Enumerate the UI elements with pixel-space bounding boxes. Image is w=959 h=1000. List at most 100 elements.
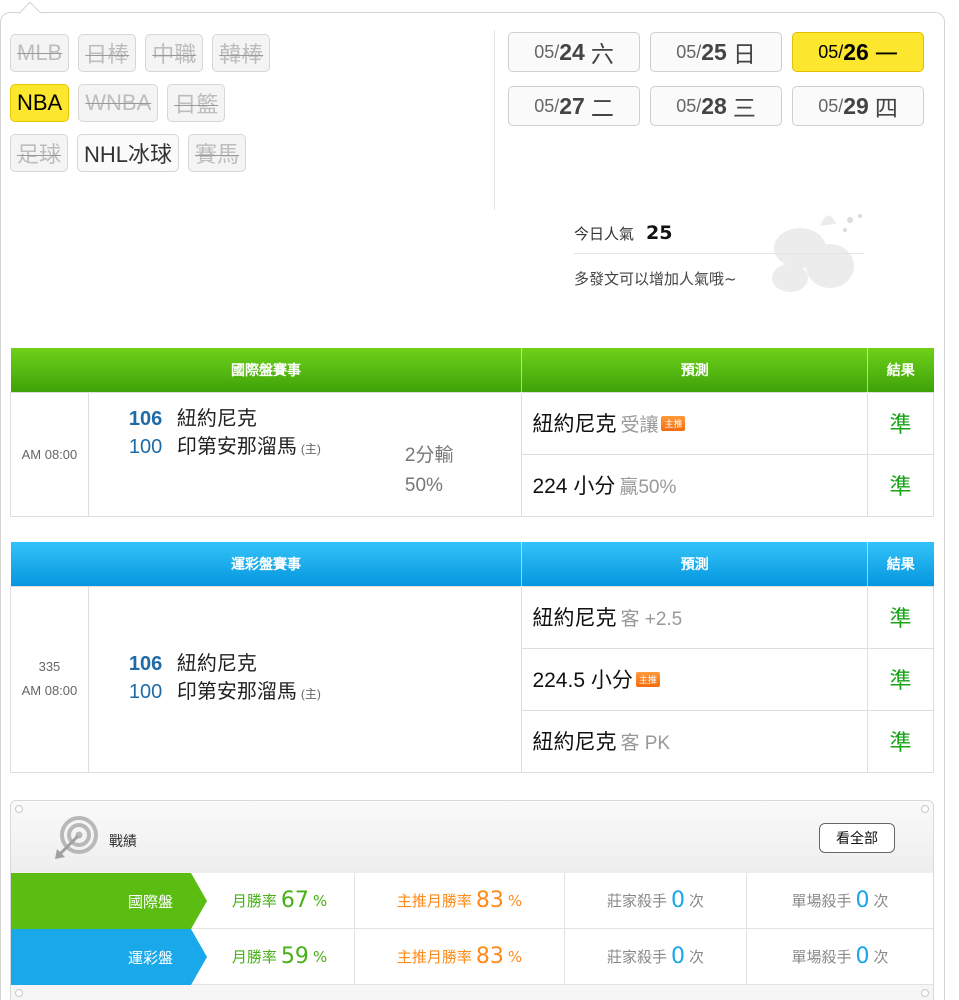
game-time: AM 08:00 (21, 683, 78, 698)
stat-value: 0 (671, 944, 685, 969)
game-info: 335 AM 08:00 (10, 585, 89, 773)
date-button[interactable]: 05/27 二 (508, 86, 640, 126)
date-day: 25 (701, 38, 727, 65)
league-jbl-button[interactable]: 日籃 (167, 84, 226, 122)
view-all-button[interactable]: 看全部 (819, 823, 895, 853)
stat-value: 0 (671, 888, 685, 913)
stat-unit: % (507, 947, 523, 966)
stat-label: 莊家殺手 (606, 948, 667, 966)
sports-header-match: 運彩盤賽事 (10, 542, 522, 586)
league-nba-button[interactable]: NBA (10, 84, 70, 122)
result-cell: 準 (867, 453, 934, 517)
stat-unit: 次 (873, 948, 889, 966)
record-row-label: 運彩盤 (11, 929, 207, 985)
intl-header-prediction: 預測 (521, 348, 868, 392)
date-month: 05/ (676, 95, 702, 116)
date-weekday: 六 (590, 41, 614, 67)
prediction-cell: 紐約尼克客 PK (521, 709, 869, 773)
prediction-sub: 客 PK (620, 733, 671, 754)
game-time: AM 08:00 (10, 391, 89, 517)
date-weekday: 四 (874, 95, 898, 121)
stat-unit: % (312, 947, 328, 966)
banker-killer-count: 莊家殺手 0 次 (565, 929, 747, 985)
stat-value: 67 (280, 888, 309, 913)
result-cell: 準 (867, 585, 934, 649)
home-team-name: 印第安那溜馬 (176, 681, 297, 703)
record-panel: 戰績 看全部 國際盤 月勝率 67% 主推月勝率 83% 莊家殺手 0 次 單場殺手 0 次… (10, 800, 934, 1000)
away-team-name: 紐約尼克 (176, 653, 257, 675)
away-team-line: 106 紐約尼克 (129, 405, 522, 433)
stat-unit: 次 (689, 892, 705, 910)
matchup: 106 紐約尼克 100 印第安那溜馬 (主) (87, 585, 523, 773)
league-cpbl-button[interactable]: 中職 (145, 34, 204, 72)
league-filter: MLB 日棒 中職 韓棒 NBA WNBA 日籃 足球 NHL冰球 賽馬 (10, 34, 490, 184)
record-header: 戰績 看全部 (11, 801, 933, 873)
stat-label: 單場殺手 (791, 948, 852, 966)
prediction-main: 224.5 小分 (532, 669, 633, 692)
stat-label: 月勝率 (231, 948, 277, 966)
popularity-value: 25 (646, 222, 673, 244)
sports-header-prediction: 預測 (521, 542, 868, 586)
league-mlb-button[interactable]: MLB (10, 34, 70, 72)
date-month: 05/ (676, 41, 702, 62)
intl-header-match: 國際盤賽事 (10, 348, 522, 392)
league-row-1: MLB 日棒 中職 韓棒 (10, 34, 490, 72)
result-cell: 準 (867, 709, 934, 773)
stat-unit: % (507, 891, 523, 910)
league-row-2: NBA WNBA 日籃 (10, 84, 490, 122)
home-team-name: 印第安那溜馬 (176, 435, 297, 458)
date-day: 29 (843, 92, 869, 119)
corner-dot (921, 989, 929, 997)
target-icon (55, 816, 98, 859)
prediction-sub: 贏50% (619, 477, 677, 498)
home-marker: (主) (300, 687, 321, 701)
corner-dot (921, 805, 929, 813)
stat-value: 59 (280, 944, 309, 969)
home-team-line: 100 印第安那溜馬 (主) (129, 433, 522, 463)
top-pick-badge: 主推 (661, 416, 686, 431)
monthly-win-rate: 月勝率 59% (191, 929, 355, 985)
stat-label: 莊家殺手 (606, 892, 667, 910)
spread-result: 2分輸 (404, 444, 454, 466)
home-team-line: 100 印第安那溜馬 (主) (129, 678, 522, 708)
record-title: 戰績 (109, 834, 137, 850)
date-button[interactable]: 05/25 日 (650, 32, 782, 72)
league-horse-racing-button[interactable]: 賽馬 (188, 134, 247, 172)
stat-unit: 次 (689, 948, 705, 966)
corner-dot (15, 989, 23, 997)
spread-percent: 50% (404, 474, 443, 496)
result-cell: 準 (867, 391, 934, 455)
popularity-label: 今日人氣 (574, 225, 635, 243)
record-row-label: 國際盤 (11, 873, 207, 929)
date-day: 24 (559, 38, 585, 65)
date-weekday: 一 (874, 41, 898, 67)
prediction-sub: 受讓 (620, 415, 659, 436)
league-nhl-button[interactable]: NHL冰球 (77, 134, 180, 172)
intl-header-result: 結果 (867, 348, 934, 392)
monthly-win-rate: 月勝率 67% (191, 873, 355, 929)
prediction-cell: 224 小分 贏50% (521, 453, 869, 517)
league-soccer-button[interactable]: 足球 (10, 134, 69, 172)
date-button[interactable]: 05/28 三 (650, 86, 782, 126)
prediction-main: 紐約尼克 (532, 731, 617, 754)
sports-header-result: 結果 (867, 542, 934, 586)
league-wnba-button[interactable]: WNBA (78, 84, 159, 122)
date-day: 28 (701, 92, 727, 119)
date-button[interactable]: 05/29 四 (792, 86, 924, 126)
date-button-selected[interactable]: 05/26 一 (792, 32, 924, 72)
date-button[interactable]: 05/24 六 (508, 32, 640, 72)
date-month: 05/ (818, 41, 844, 62)
date-month: 05/ (818, 95, 844, 116)
vertical-divider (494, 30, 495, 210)
international-prediction-table: 國際盤賽事 預測 結果 AM 08:00 106 紐約尼克 100 印第安那溜馬 (主… (10, 348, 934, 517)
league-row-3: 足球 NHL冰球 賽馬 (10, 134, 490, 172)
home-marker: (主) (300, 441, 321, 456)
league-npb-button[interactable]: 日棒 (78, 34, 137, 72)
matchup: 106 紐約尼克 100 印第安那溜馬 (主) 2分輸 50% (87, 391, 523, 517)
home-score: 100 (128, 435, 163, 458)
sports-lottery-prediction-table: 運彩盤賽事 預測 結果 335 AM 08:00 106 紐約尼克 100 印第安那… (10, 542, 934, 773)
date-month: 05/ (534, 41, 560, 62)
league-kbo-button[interactable]: 韓棒 (212, 34, 271, 72)
date-month: 05/ (534, 95, 560, 116)
banker-killer-count: 莊家殺手 0 次 (565, 873, 747, 929)
